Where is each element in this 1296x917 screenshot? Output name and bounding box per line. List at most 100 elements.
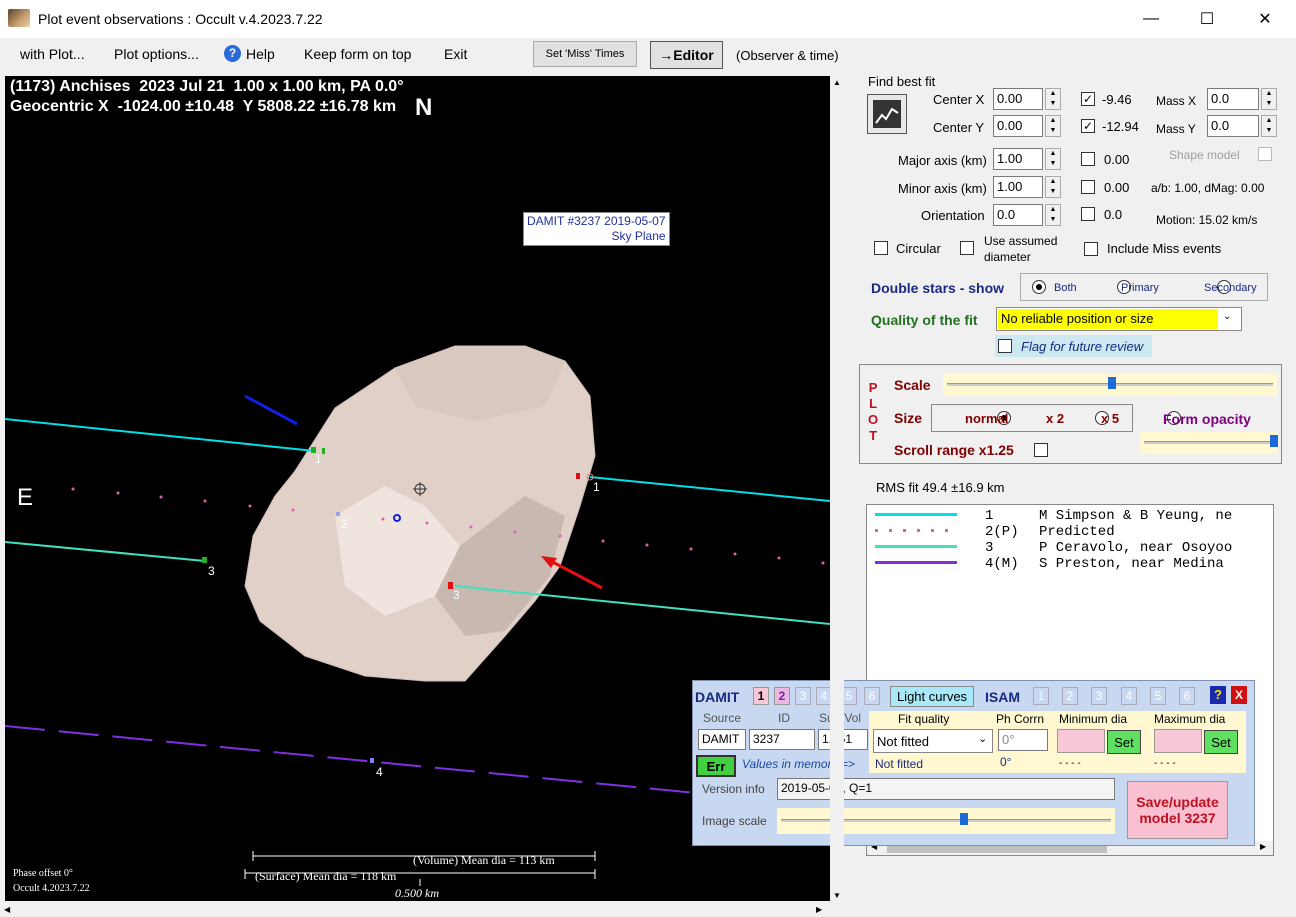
isam-model-3[interactable]: 3 <box>1091 687 1107 705</box>
close-button[interactable]: ✕ <box>1236 0 1294 38</box>
minimize-button[interactable]: — <box>1122 0 1180 38</box>
legend-scroll-right-icon[interactable]: ▶ <box>1260 842 1266 851</box>
isam-model-2[interactable]: 2 <box>1062 687 1078 705</box>
scroll-up-icon[interactable]: ▲ <box>833 78 841 87</box>
orientation-fit-checkbox[interactable] <box>1081 207 1095 221</box>
scroll-right-icon[interactable]: ▶ <box>816 905 822 914</box>
legend-name-1: M Simpson & B Yeung, ne <box>1039 508 1233 524</box>
center-x-spinner[interactable]: ▲ ▼ <box>1045 88 1061 110</box>
minor-axis-input[interactable]: 1.00 <box>993 176 1043 198</box>
mass-x-input[interactable]: 0.0 <box>1207 88 1259 110</box>
isam-model-4[interactable]: 4 <box>1121 687 1137 705</box>
light-curves-button[interactable]: Light curves <box>890 686 974 707</box>
menu-exit[interactable]: Exit <box>444 46 467 62</box>
minor-axis-spinner[interactable]: ▲ ▼ <box>1045 176 1061 198</box>
max-dia-set-button[interactable]: Set <box>1204 730 1238 754</box>
set-miss-times-button[interactable]: Set 'Miss' Times <box>533 41 637 67</box>
damit-close-icon[interactable]: X <box>1231 686 1247 704</box>
min-dia-header: Minimum dia <box>1059 712 1128 726</box>
damit-model-1[interactable]: 1 <box>753 687 769 705</box>
help-icon[interactable]: ? <box>224 45 241 62</box>
damit-model-3[interactable]: 3 <box>795 687 811 705</box>
damit-model-2[interactable]: 2 <box>774 687 790 705</box>
image-scale-thumb[interactable] <box>960 813 969 825</box>
version-info-field[interactable]: 2019-05-07, Q=1 <box>777 778 1115 800</box>
source-field[interactable]: DAMIT <box>698 729 746 750</box>
mass-x-spinner[interactable]: ▲ ▼ <box>1261 88 1277 110</box>
mass-y-input[interactable]: 0.0 <box>1207 115 1259 137</box>
maximize-button[interactable]: ☐ <box>1178 0 1236 38</box>
image-scale-slider[interactable] <box>777 808 1115 834</box>
scale-slider-thumb[interactable] <box>1108 377 1116 389</box>
find-best-fit-button[interactable] <box>867 94 907 134</box>
plot-vertical-label: P L O T <box>868 380 878 444</box>
mass-y-label: Mass Y <box>1156 122 1196 136</box>
isam-model-6[interactable]: 6 <box>1179 687 1195 705</box>
max-dia-field[interactable] <box>1154 729 1202 753</box>
form-opacity-slider[interactable] <box>1140 432 1278 454</box>
min-dia-field[interactable] <box>1057 729 1105 753</box>
min-dia-set-button[interactable]: Set <box>1107 730 1141 754</box>
center-y-fit-checkbox[interactable]: ✓ <box>1081 119 1095 133</box>
minor-axis-fit-checkbox[interactable] <box>1081 180 1095 194</box>
legend-name-3: P Ceravolo, near Osoyoo <box>1039 540 1233 556</box>
menu-keep-on-top[interactable]: Keep form on top <box>304 46 411 62</box>
flag-review-checkbox[interactable] <box>998 339 1012 353</box>
id-field[interactable]: 3237 <box>749 729 815 750</box>
ph-corrn-field[interactable]: 0° <box>998 729 1048 751</box>
plot-hscrollbar[interactable]: ◀ ▶ <box>0 903 830 917</box>
quality-fit-label: Quality of the fit <box>871 312 978 328</box>
major-axis-fit-checkbox[interactable] <box>1081 152 1095 166</box>
radio-both[interactable] <box>1032 280 1046 294</box>
max-dia-header: Maximum dia <box>1154 712 1226 726</box>
fit-quality-header: Fit quality <box>898 712 950 726</box>
legend-num-1: 1 <box>985 508 994 524</box>
shape-model-checkbox[interactable] <box>1258 147 1272 161</box>
save-update-model-button[interactable]: Save/update model 3237 <box>1127 781 1228 839</box>
circular-label: Circular <box>896 241 941 256</box>
mass-y-spinner[interactable]: ▲ ▼ <box>1261 115 1277 137</box>
menu-plot-options[interactable]: Plot options... <box>114 46 199 62</box>
isam-title: ISAM <box>985 689 1020 705</box>
menu-with-plot[interactable]: with Plot... <box>20 46 85 62</box>
fit-quality-memory: Not fitted <box>875 757 924 771</box>
center-y-spinner[interactable]: ▲ ▼ <box>1045 115 1061 137</box>
source-header: Source <box>703 711 742 725</box>
chord-1-line-right <box>589 476 830 502</box>
isam-model-5[interactable]: 5 <box>1150 687 1166 705</box>
circular-checkbox[interactable] <box>874 241 888 255</box>
find-best-fit-label: Find best fit <box>868 74 936 89</box>
damit-help-icon[interactable]: ? <box>1210 686 1226 704</box>
legend-num-3: 3 <box>985 540 994 556</box>
plot-label-p: P <box>868 380 878 395</box>
major-axis-spinner[interactable]: ▲ ▼ <box>1045 148 1061 170</box>
scroll-left-icon[interactable]: ◀ <box>4 905 10 914</box>
fit-quality-select[interactable]: Not fitted ⌄ <box>873 729 993 753</box>
orientation-input[interactable]: 0.0 <box>993 204 1043 226</box>
scroll-down-icon[interactable]: ▼ <box>833 891 841 900</box>
chord-label-3: 3 <box>208 564 215 578</box>
damit-model-6[interactable]: 6 <box>864 687 880 705</box>
volume-mean-dia: (Volume) Mean dia = 113 km <box>413 853 555 867</box>
menu-help[interactable]: Help <box>246 46 275 62</box>
north-label: N <box>415 94 433 121</box>
plot-vscrollbar[interactable]: ▲ ▼ <box>830 76 844 903</box>
center-y-input[interactable]: 0.00 <box>993 115 1043 137</box>
quality-fit-select[interactable]: No reliable position or size ⌄ <box>996 307 1242 331</box>
legend-name-2: Predicted <box>1039 524 1115 540</box>
quality-fit-value: No reliable position or size <box>998 309 1218 329</box>
scroll-range-label: Scroll range x1.25 <box>894 442 1014 458</box>
scroll-range-checkbox[interactable] <box>1034 443 1048 457</box>
orientation-spinner[interactable]: ▲ ▼ <box>1045 204 1061 226</box>
form-opacity-slider-thumb[interactable] <box>1270 435 1278 447</box>
editor-button[interactable]: →Editor <box>650 41 723 69</box>
isam-model-1[interactable]: 1 <box>1033 687 1049 705</box>
major-axis-input[interactable]: 1.00 <box>993 148 1043 170</box>
scale-slider[interactable] <box>943 374 1277 396</box>
err-button[interactable]: Err <box>696 755 736 777</box>
include-miss-checkbox[interactable] <box>1084 242 1098 256</box>
use-assumed-diameter-checkbox[interactable] <box>960 241 974 255</box>
center-x-fit-checkbox[interactable]: ✓ <box>1081 92 1095 106</box>
center-x-fit-value: -9.46 <box>1102 92 1132 107</box>
center-x-input[interactable]: 0.00 <box>993 88 1043 110</box>
